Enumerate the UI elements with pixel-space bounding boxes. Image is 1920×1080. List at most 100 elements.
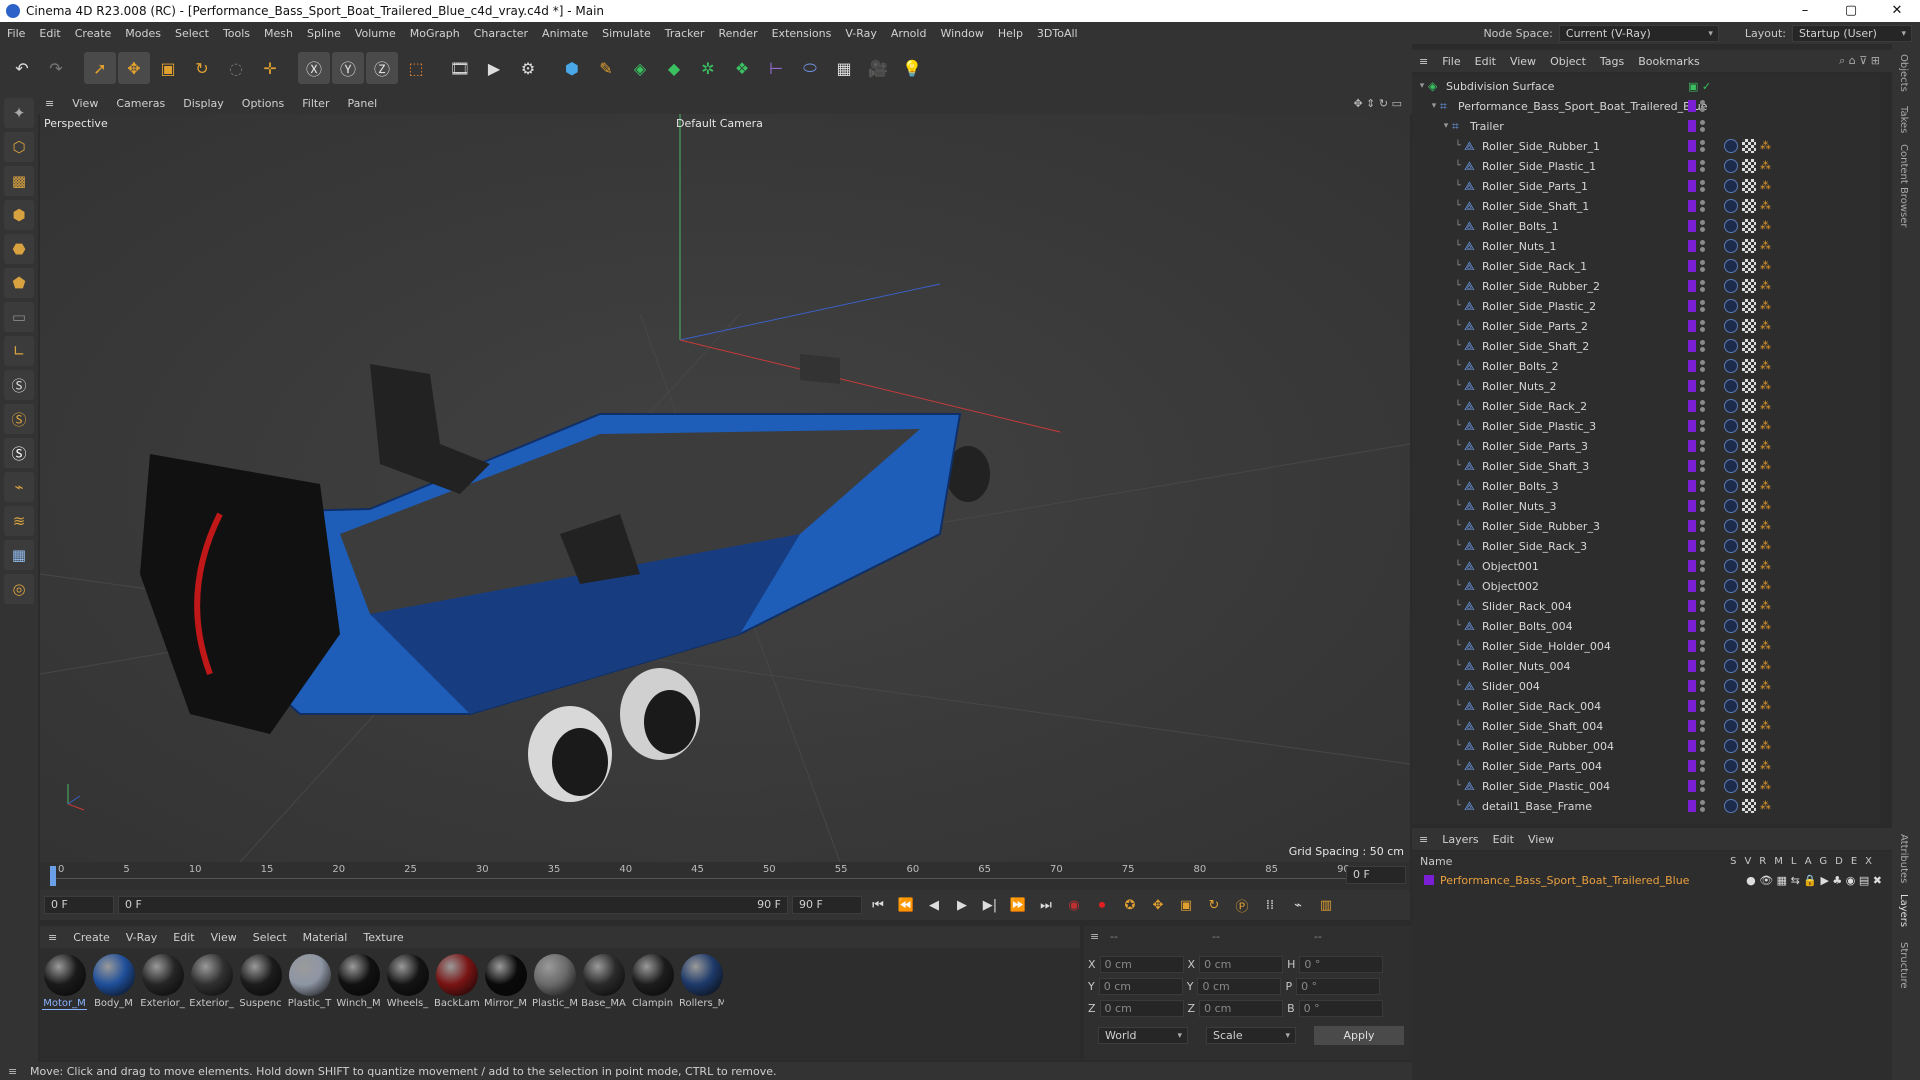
record-icon[interactable]: ⏺ bbox=[1090, 893, 1114, 917]
layer-color[interactable] bbox=[1688, 660, 1696, 672]
vray-tag-icon[interactable]: ⁂ bbox=[1760, 759, 1772, 773]
tree-row-object[interactable]: └ ⟁ Roller_Side_Rubber_2 ⁂ bbox=[1412, 276, 1880, 296]
render-view-icon[interactable]: ▶ bbox=[478, 52, 510, 84]
texture-tag-icon[interactable] bbox=[1742, 179, 1756, 193]
material-tag-icon[interactable] bbox=[1724, 319, 1738, 333]
texture-tag-icon[interactable] bbox=[1742, 259, 1756, 273]
layer-color[interactable] bbox=[1688, 440, 1696, 452]
prev-frame-icon[interactable]: ◀ bbox=[922, 893, 946, 917]
layer-color[interactable] bbox=[1688, 360, 1696, 372]
model-mode-icon[interactable]: ⬡ bbox=[4, 132, 34, 162]
material-tag-icon[interactable] bbox=[1724, 439, 1738, 453]
material-menu-edit[interactable]: Edit bbox=[165, 931, 202, 944]
texture-tag-icon[interactable] bbox=[1742, 619, 1756, 633]
tab-attributes[interactable]: Attributes bbox=[1898, 834, 1909, 883]
vray-tag-icon[interactable]: ⁂ bbox=[1760, 279, 1772, 293]
layer-color[interactable] bbox=[1688, 220, 1696, 232]
keyframe-selection-icon[interactable]: ✪ bbox=[1118, 893, 1142, 917]
vray-tag-icon[interactable]: ⁂ bbox=[1760, 579, 1772, 593]
material-tag-icon[interactable] bbox=[1724, 199, 1738, 213]
layer-color[interactable] bbox=[1688, 720, 1696, 732]
material-tag-icon[interactable] bbox=[1724, 379, 1738, 393]
visibility-dots[interactable] bbox=[1700, 500, 1706, 512]
scale-tool-icon[interactable]: ▣ bbox=[152, 52, 184, 84]
visibility-dots[interactable] bbox=[1700, 120, 1706, 132]
vray-tag-icon[interactable]: ⁂ bbox=[1760, 739, 1772, 753]
vray-tag-icon[interactable]: ⁂ bbox=[1760, 559, 1772, 573]
material-tag-icon[interactable] bbox=[1724, 419, 1738, 433]
extrude-icon[interactable]: ◆ bbox=[658, 52, 690, 84]
snap-icon[interactable]: Ⓢ bbox=[4, 370, 34, 400]
layer-color[interactable] bbox=[1688, 600, 1696, 612]
tab-takes[interactable]: Takes bbox=[1898, 106, 1909, 133]
coordinate-system-icon[interactable]: ⬚ bbox=[400, 52, 432, 84]
material-tag-icon[interactable] bbox=[1724, 699, 1738, 713]
tree-row-object[interactable]: └ ⟁ Roller_Nuts_3 ⁂ bbox=[1412, 496, 1880, 516]
viewport-menu-view[interactable]: View bbox=[65, 97, 105, 110]
texture-tag-icon[interactable] bbox=[1742, 579, 1756, 593]
tree-row-object[interactable]: └ ⟁ Roller_Nuts_1 ⁂ bbox=[1412, 236, 1880, 256]
material-menu-icon[interactable]: ≡ bbox=[40, 931, 65, 944]
texture-tag-icon[interactable] bbox=[1742, 359, 1756, 373]
vray-tag-icon[interactable]: ⁂ bbox=[1760, 399, 1772, 413]
subdivision-icon[interactable]: ◈ bbox=[624, 52, 656, 84]
layer-toggle-icons[interactable]: ● 👁 ▦ ⇆ 🔒 ▶ ♣ ◉ ▤ ✖ bbox=[1746, 874, 1892, 887]
texture-tag-icon[interactable] bbox=[1742, 439, 1756, 453]
visibility-dots[interactable] bbox=[1700, 480, 1706, 492]
menu-tracker[interactable]: Tracker bbox=[658, 27, 712, 40]
layer-color[interactable] bbox=[1688, 260, 1696, 272]
undo-icon[interactable]: ↶ bbox=[6, 52, 38, 84]
tree-row-object[interactable]: └ ⟁ Slider_Rack_004 ⁂ bbox=[1412, 596, 1880, 616]
tree-row-object[interactable]: └ ⟁ detail1_Base_Frame ⁂ bbox=[1412, 796, 1880, 816]
visibility-dots[interactable] bbox=[1700, 580, 1706, 592]
material-tag-icon[interactable] bbox=[1724, 139, 1738, 153]
visibility-dots[interactable] bbox=[1700, 640, 1706, 652]
autokey-icon[interactable]: ◉ bbox=[1062, 893, 1086, 917]
vray-tag-icon[interactable]: ⁂ bbox=[1760, 439, 1772, 453]
material-item[interactable]: Plastic_M bbox=[532, 954, 577, 1054]
mograph-icon[interactable]: ❖ bbox=[726, 52, 758, 84]
layer-color[interactable] bbox=[1688, 200, 1696, 212]
visibility-dots[interactable] bbox=[1700, 680, 1706, 692]
3d-viewport[interactable]: Perspective Default Camera Grid Spacing … bbox=[40, 114, 1410, 862]
material-tag-icon[interactable] bbox=[1724, 279, 1738, 293]
vray-tag-icon[interactable]: ⁂ bbox=[1760, 459, 1772, 473]
visibility-dots[interactable] bbox=[1700, 100, 1706, 112]
vray-tag-icon[interactable]: ⁂ bbox=[1760, 379, 1772, 393]
material-tag-icon[interactable] bbox=[1724, 479, 1738, 493]
material-tag-icon[interactable] bbox=[1724, 459, 1738, 473]
layer-menu-view[interactable]: View bbox=[1521, 833, 1561, 846]
vray-tag-icon[interactable]: ⁂ bbox=[1760, 179, 1772, 193]
material-tag-icon[interactable] bbox=[1724, 339, 1738, 353]
layer-color-swatch[interactable] bbox=[1424, 875, 1434, 885]
material-tag-icon[interactable] bbox=[1724, 539, 1738, 553]
viewport-menu-icon[interactable]: ≡ bbox=[38, 97, 61, 110]
visibility-dots[interactable] bbox=[1700, 360, 1706, 372]
visibility-dots[interactable] bbox=[1700, 660, 1706, 672]
visibility-dots[interactable] bbox=[1700, 140, 1706, 152]
tree-row-object[interactable]: └ ⟁ Roller_Side_Parts_2 ⁂ bbox=[1412, 316, 1880, 336]
object-menu-view[interactable]: View bbox=[1503, 55, 1543, 68]
vray-tag-icon[interactable]: ⁂ bbox=[1760, 419, 1772, 433]
object-menu-bookmarks[interactable]: Bookmarks bbox=[1631, 55, 1706, 68]
texture-tag-icon[interactable] bbox=[1742, 299, 1756, 313]
layer-color[interactable] bbox=[1688, 760, 1696, 772]
current-frame-field[interactable]: 0 F bbox=[1346, 866, 1406, 884]
minimize-icon[interactable]: – bbox=[1782, 0, 1828, 22]
vray-tag-icon[interactable]: ⁂ bbox=[1760, 519, 1772, 533]
vray-tag-icon[interactable]: ⁂ bbox=[1760, 799, 1772, 813]
tree-row-object[interactable]: └ ⟁ Roller_Nuts_2 ⁂ bbox=[1412, 376, 1880, 396]
layer-color[interactable] bbox=[1688, 620, 1696, 632]
collapse-icon[interactable]: ▾ bbox=[1440, 121, 1452, 131]
make-editable-icon[interactable]: ✦ bbox=[4, 98, 34, 128]
field-icon[interactable]: ⬭ bbox=[794, 52, 826, 84]
vray-tag-icon[interactable]: ⁂ bbox=[1760, 259, 1772, 273]
layer-color[interactable] bbox=[1688, 560, 1696, 572]
cube-primitive-icon[interactable]: ⬢ bbox=[556, 52, 588, 84]
select-tool-icon[interactable]: ➚ bbox=[84, 52, 116, 84]
material-item[interactable]: Wheels_ bbox=[385, 954, 430, 1054]
tree-row-object[interactable]: └ ⟁ Roller_Side_Holder_004 ⁂ bbox=[1412, 636, 1880, 656]
vray-tag-icon[interactable]: ⁂ bbox=[1760, 639, 1772, 653]
layer-menu-icon[interactable]: ≡ bbox=[1412, 833, 1435, 846]
vray-tag-icon[interactable]: ⁂ bbox=[1760, 779, 1772, 793]
